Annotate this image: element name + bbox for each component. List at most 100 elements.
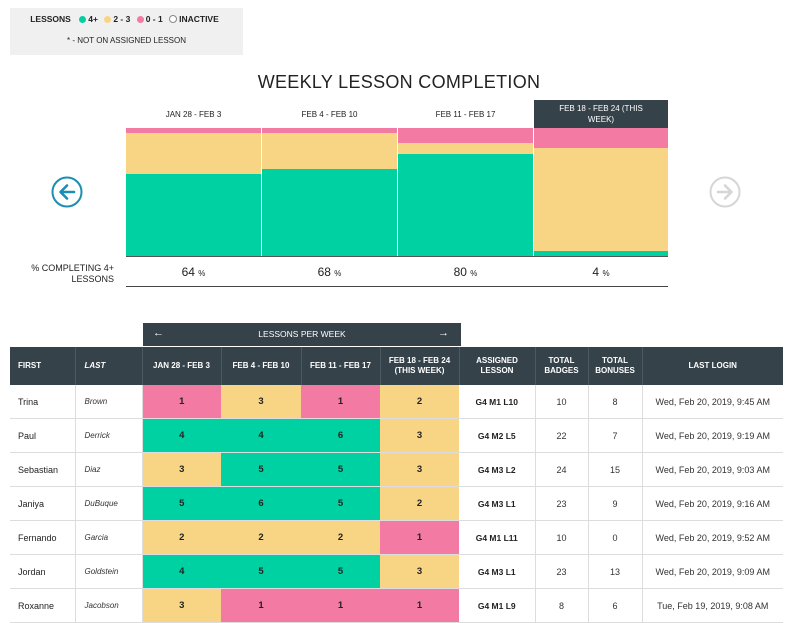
assigned-lesson-cell: G4 M3 L2 — [459, 452, 535, 487]
yellow-segment — [534, 148, 668, 251]
pct-value: 68 — [317, 265, 331, 279]
legend-item-0-1: 0 - 1 — [136, 14, 163, 24]
assigned-lesson-cell: G4 M2 L5 — [459, 418, 535, 453]
lessons-week-1-cell: 2 — [142, 520, 221, 555]
last-login-cell: Wed, Feb 20, 2019, 9:16 AM — [641, 486, 783, 521]
lessons-week-4-cell: 3 — [380, 452, 459, 487]
total-bonuses-cell: 9 — [587, 486, 642, 521]
lessons-week-3-cell: 5 — [301, 452, 380, 487]
week-header-current: FEB 18 - FEB 24 (THIS WEEK) — [534, 100, 668, 128]
col-header-total-badges[interactable]: TOTAL BADGES — [534, 347, 588, 385]
total-bonuses-cell: 15 — [587, 452, 642, 487]
col-header-first[interactable]: FIRST — [10, 347, 75, 385]
lessons-week-3-cell: 5 — [301, 554, 380, 589]
total-badges-cell: 24 — [534, 452, 588, 487]
first-name-cell: Jordan — [10, 554, 75, 589]
assigned-lesson-cell: G4 M3 L1 — [459, 554, 535, 589]
arrow-left-icon — [51, 176, 83, 208]
pct-week-current: 4 % — [592, 265, 610, 279]
pct-value: 64 — [181, 265, 195, 279]
table-row[interactable]: Trina Brown 1 3 1 2 G4 M1 L10 10 8 Wed, Feb 20, 2… — [10, 385, 783, 419]
chart-baseline — [126, 286, 668, 287]
legend-label: 4+ — [88, 14, 98, 24]
last-name-cell: Diaz — [74, 452, 143, 487]
total-bonuses-cell: 0 — [587, 520, 642, 555]
week-header-1: JAN 28 - FEB 3 — [165, 109, 222, 119]
table-row[interactable]: Roxanne Jacobson 3 1 1 1 G4 M1 L9 8 6 Tue, Feb 19… — [10, 588, 783, 623]
pink-segment — [398, 128, 533, 144]
week-bar-1 — [126, 128, 261, 256]
first-name-cell: Paul — [10, 418, 75, 453]
last-login-cell: Wed, Feb 20, 2019, 9:45 AM — [641, 385, 783, 419]
col-header-week-3[interactable]: FEB 11 - FEB 17 — [300, 347, 380, 385]
total-bonuses-cell: 13 — [587, 554, 642, 589]
lessons-week-4-cell: 2 — [380, 486, 459, 521]
week-bar-current — [534, 128, 668, 256]
col-header-last-login[interactable]: LAST LOGIN — [641, 347, 783, 385]
lessons-week-3-cell: 2 — [301, 520, 380, 555]
table-body: Trina Brown 1 3 1 2 G4 M1 L10 10 8 Wed, Feb 20, 2… — [10, 385, 783, 623]
first-name-cell: Roxanne — [10, 588, 75, 623]
lessons-week-2-cell: 2 — [221, 520, 301, 555]
green-segment — [398, 153, 533, 256]
table-row[interactable]: Paul Derrick 4 4 6 3 G4 M2 L5 22 7 Wed, Feb 20, 2… — [10, 418, 783, 453]
legend-label: INACTIVE — [179, 14, 219, 24]
col-header-assigned-lesson[interactable]: ASSIGNED LESSON — [458, 347, 535, 385]
pct-week-2: 68 % — [317, 265, 342, 279]
last-login-cell: Wed, Feb 20, 2019, 9:52 AM — [641, 520, 783, 555]
pct-week-3: 80 % — [453, 265, 478, 279]
table-row[interactable]: Jordan Goldstein 4 5 5 3 G4 M3 L1 23 13 Wed, Feb … — [10, 554, 783, 589]
green-segment — [262, 168, 397, 256]
lessons-week-1-cell: 4 — [142, 554, 221, 589]
lessons-week-1-cell: 4 — [142, 418, 221, 453]
legend-item-inactive: INACTIVE — [169, 14, 219, 24]
lessons-per-week-toolbar: ← LESSONS PER WEEK → — [143, 323, 461, 346]
legend-item-2-3: 2 - 3 — [104, 14, 130, 24]
arrow-right-icon[interactable]: → — [438, 327, 449, 339]
table-row[interactable]: Sebastian Diaz 3 5 5 3 G4 M3 L2 24 15 Wed, Feb 20… — [10, 452, 783, 487]
pct-value: 80 — [453, 265, 467, 279]
assigned-lesson-cell: G4 M3 L1 — [459, 486, 535, 521]
green-dot-icon — [79, 16, 87, 23]
total-badges-cell: 22 — [534, 418, 588, 453]
table-row[interactable]: Fernando Garcia 2 2 2 1 G4 M1 L11 10 0 Wed, Feb 2… — [10, 520, 783, 555]
col-header-week-2[interactable]: FEB 4 - FEB 10 — [220, 347, 301, 385]
legend-label: 2 - 3 — [113, 14, 131, 24]
lessons-week-2-cell: 6 — [221, 486, 301, 521]
week-bar-2 — [262, 128, 397, 256]
pct-completing-label: % COMPLETING 4+ LESSONS — [31, 263, 114, 284]
table-row[interactable]: Janiya DuBuque 5 6 5 2 G4 M3 L1 23 9 Wed, Feb 20,… — [10, 486, 783, 521]
pct-week-1: 64 % — [181, 265, 206, 279]
previous-week-button[interactable] — [51, 176, 83, 208]
col-header-last[interactable]: LAST — [74, 347, 142, 385]
first-name-cell: Sebastian — [10, 452, 75, 487]
arrow-right-icon — [709, 176, 741, 208]
last-login-cell: Wed, Feb 20, 2019, 9:19 AM — [641, 418, 783, 453]
legend-label: 0 - 1 — [145, 14, 163, 24]
lessons-week-1-cell: 3 — [142, 588, 221, 623]
assigned-lesson-cell: G4 M1 L11 — [459, 520, 535, 555]
assigned-lesson-cell: G4 M1 L10 — [459, 385, 535, 419]
last-login-cell: Wed, Feb 20, 2019, 9:09 AM — [641, 554, 783, 589]
col-header-week-1[interactable]: JAN 28 - FEB 3 — [141, 347, 221, 385]
col-header-week-current[interactable]: FEB 18 - FEB 24 (THIS WEEK) — [379, 347, 459, 385]
lessons-week-4-cell: 2 — [380, 385, 459, 419]
total-badges-cell: 23 — [534, 486, 588, 521]
lessons-week-4-cell: 1 — [380, 588, 459, 623]
total-bonuses-cell: 8 — [587, 385, 642, 419]
last-login-cell: Tue, Feb 19, 2019, 9:08 AM — [641, 588, 783, 623]
total-badges-cell: 23 — [534, 554, 588, 589]
legend-panel: LESSONS 4+ 2 - 3 0 - 1 INACTIVE * - NOT … — [10, 8, 243, 55]
lessons-week-3-cell: 5 — [301, 486, 380, 521]
col-header-total-bonuses[interactable]: TOTAL BONUSES — [587, 347, 642, 385]
next-week-button[interactable] — [709, 176, 741, 208]
total-badges-cell: 8 — [534, 588, 588, 623]
pink-dot-icon — [136, 16, 144, 23]
first-name-cell: Fernando — [10, 520, 75, 555]
legend-title: LESSONS — [30, 14, 71, 24]
assigned-lesson-cell: G4 M1 L9 — [459, 588, 535, 623]
yellow-dot-icon — [104, 16, 112, 23]
lessons-week-2-cell: 4 — [221, 418, 301, 453]
lessons-week-4-cell: 1 — [380, 520, 459, 555]
total-badges-cell: 10 — [534, 385, 588, 419]
